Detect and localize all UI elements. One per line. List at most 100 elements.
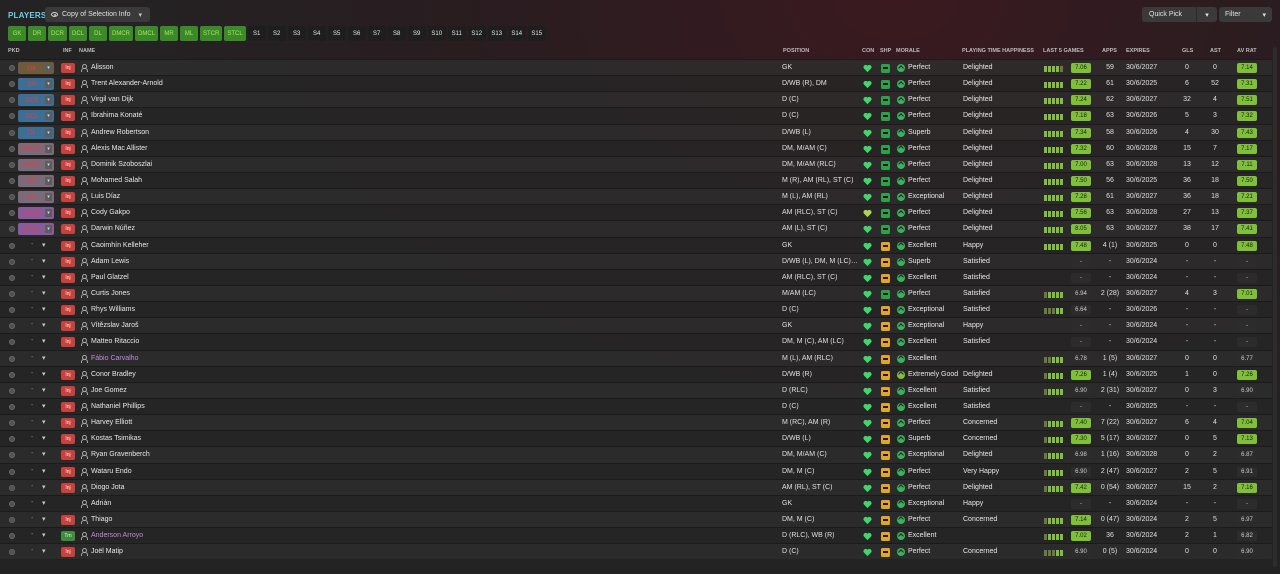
pick-radio[interactable]	[9, 387, 15, 394]
chevron-down-icon[interactable]: ▾	[45, 80, 52, 89]
table-row[interactable]: - ▾ Inj Conor Bradley D/WB (R) Extremely Good…	[0, 365, 1272, 382]
col-shp[interactable]: SHP	[880, 48, 891, 54]
col-position[interactable]: POSITION	[783, 48, 809, 54]
selection-chip[interactable]: STCL	[224, 26, 246, 41]
chevron-down-icon[interactable]: ▾	[42, 241, 46, 249]
player-name[interactable]: Adam Lewis	[91, 258, 129, 265]
chevron-down-icon[interactable]: ▾	[45, 64, 52, 72]
table-row[interactable]: - ▾ Inj Paul Glatzel AM (RLC), ST (C) Excelle…	[0, 268, 1272, 285]
player-name[interactable]: Joël Matip	[91, 548, 123, 555]
position-selector[interactable]: MR ▾	[18, 174, 54, 187]
pick-radio[interactable]	[9, 161, 15, 168]
position-empty[interactable]: -	[31, 450, 33, 457]
selection-chip[interactable]: S8	[387, 26, 406, 41]
selection-chip[interactable]: S7	[367, 26, 386, 41]
pick-radio[interactable]	[9, 355, 15, 362]
chevron-down-icon[interactable]: ▾	[42, 402, 46, 410]
table-row[interactable]: - ▾ Trn Anderson Arroyo D (RLC), WB (R) Excel…	[0, 527, 1272, 544]
position-empty[interactable]: -	[31, 467, 33, 474]
position-selector[interactable]: ML ▾	[18, 191, 54, 204]
chevron-down-icon[interactable]: ▾	[42, 483, 46, 491]
pick-radio[interactable]	[9, 290, 15, 297]
chevron-down-icon[interactable]: ▾	[42, 305, 46, 313]
chevron-down-icon[interactable]: ▾	[1197, 11, 1217, 19]
scrollbar[interactable]	[1273, 47, 1277, 567]
col-pkd[interactable]: PKD	[8, 48, 20, 54]
table-row[interactable]: - ▾ Inj Vítězslav Jaroš GK Exceptional Happy - -…	[0, 317, 1272, 334]
selection-chip[interactable]: S6	[347, 26, 366, 41]
col-gls[interactable]: GLS	[1182, 48, 1193, 54]
col-con[interactable]: CON	[862, 48, 874, 54]
position-empty[interactable]: -	[31, 547, 33, 554]
position-selector[interactable]: GK ▾	[18, 62, 54, 74]
chevron-down-icon[interactable]: ▾	[42, 450, 46, 458]
position-selector[interactable]: DL ▾	[18, 126, 54, 139]
player-name[interactable]: Alexis Mac Allister	[91, 145, 147, 152]
position-empty[interactable]: -	[31, 418, 33, 425]
table-row[interactable]: - ▾ Inj Joe Gomez D (RLC) Excellent Satisfied 6…	[0, 381, 1272, 398]
pick-radio[interactable]	[9, 549, 15, 556]
chevron-down-icon[interactable]: ▾	[42, 434, 46, 442]
player-name[interactable]: Harvey Elliott	[91, 419, 132, 426]
player-name[interactable]: Luis Díaz	[91, 193, 120, 200]
position-empty[interactable]: -	[31, 483, 33, 490]
table-row[interactable]: - ▾ Inj Ryan Gravenberch DM, M/AM (C) Excepti…	[0, 446, 1272, 463]
table-row[interactable]: - ▾ Adrián GK Exceptional Happy - - 30/6/2024 - - -	[0, 494, 1272, 511]
col-ast[interactable]: AST	[1210, 48, 1221, 54]
selection-chip[interactable]: DMCR	[109, 26, 134, 41]
player-name[interactable]: Curtis Jones	[91, 290, 130, 297]
chevron-down-icon[interactable]: ▾	[42, 289, 46, 297]
table-row[interactable]: - ▾ Inj Curtis Jones M/AM (LC) Perfect Satisfi…	[0, 284, 1272, 302]
pick-radio[interactable]	[9, 258, 15, 265]
table-row[interactable]: - ▾ Inj Joël Matip D (C) Perfect Concerned 6.90…	[0, 543, 1272, 560]
table-row[interactable]: MR ▾ Inj Mohamed Salah M (R), AM (RL), ST (C…	[0, 171, 1272, 189]
player-name[interactable]: Dominik Szoboszlai	[91, 161, 152, 168]
chevron-down-icon[interactable]: ▾	[42, 547, 46, 555]
chevron-down-icon[interactable]: ▾	[42, 273, 46, 281]
table-row[interactable]: STCR ▾ Inj Cody Gakpo AM (RLC), ST (C) Perfec…	[0, 204, 1272, 221]
position-selector[interactable]: STCL ▾	[18, 223, 54, 236]
selection-chip[interactable]: MR	[160, 26, 179, 41]
player-name[interactable]: Kostas Tsimikas	[91, 435, 141, 442]
player-name[interactable]: Caoimhín Kelleher	[91, 242, 149, 249]
col-apps[interactable]: APPS	[1102, 48, 1117, 54]
table-row[interactable]: - ▾ Inj Adam Lewis D/WB (L), DM, M (LC),... S…	[0, 252, 1272, 269]
table-row[interactable]: STCL ▾ Inj Darwin Núñez AM (L), ST (C) Perfec…	[0, 220, 1272, 237]
selection-chip[interactable]: DCL	[69, 26, 88, 41]
position-empty[interactable]: -	[31, 241, 33, 248]
pick-radio[interactable]	[9, 436, 15, 443]
selection-chip[interactable]: S3	[287, 26, 306, 41]
pick-radio[interactable]	[9, 468, 15, 475]
selection-chip[interactable]: S15	[527, 26, 546, 41]
table-row[interactable]: - ▾ Inj Kostas Tsimikas D/WB (L) Superb Concer…	[0, 430, 1272, 447]
pick-radio[interactable]	[9, 194, 15, 201]
pick-radio[interactable]	[9, 226, 15, 233]
position-selector[interactable]: DMCR ▾	[18, 142, 54, 155]
chevron-down-icon[interactable]: ▾	[45, 225, 52, 234]
selection-chip[interactable]: S14	[507, 26, 526, 41]
player-name[interactable]: Darwin Núñez	[91, 225, 135, 232]
position-selector[interactable]: DCR ▾	[18, 94, 54, 107]
player-name[interactable]: Adrián	[91, 500, 111, 507]
chevron-down-icon[interactable]: ▾	[42, 386, 46, 394]
player-name[interactable]: Alisson	[91, 64, 114, 71]
position-empty[interactable]: -	[31, 354, 33, 361]
selection-chip[interactable]: S11	[447, 26, 466, 41]
chevron-down-icon[interactable]: ▾	[45, 176, 52, 185]
selection-chip[interactable]: DMCL	[135, 26, 159, 41]
position-empty[interactable]: -	[31, 386, 33, 393]
pick-radio[interactable]	[9, 403, 15, 410]
pick-radio[interactable]	[9, 484, 15, 491]
pick-radio[interactable]	[9, 339, 15, 346]
chevron-down-icon[interactable]: ▾	[42, 499, 46, 507]
pick-radio[interactable]	[9, 210, 15, 217]
chevron-down-icon[interactable]: ▾	[42, 337, 46, 345]
chevron-down-icon[interactable]: ▾	[45, 144, 52, 153]
table-row[interactable]: DR ▾ Inj Trent Alexander-Arnold D/WB (R), DM…	[0, 75, 1272, 92]
position-empty[interactable]: -	[31, 402, 33, 409]
position-empty[interactable]: -	[31, 499, 33, 506]
chevron-down-icon[interactable]: ▾	[42, 321, 46, 329]
selection-chip[interactable]: S9	[407, 26, 426, 41]
position-empty[interactable]: -	[31, 257, 33, 264]
selection-chip[interactable]: S4	[307, 26, 326, 41]
